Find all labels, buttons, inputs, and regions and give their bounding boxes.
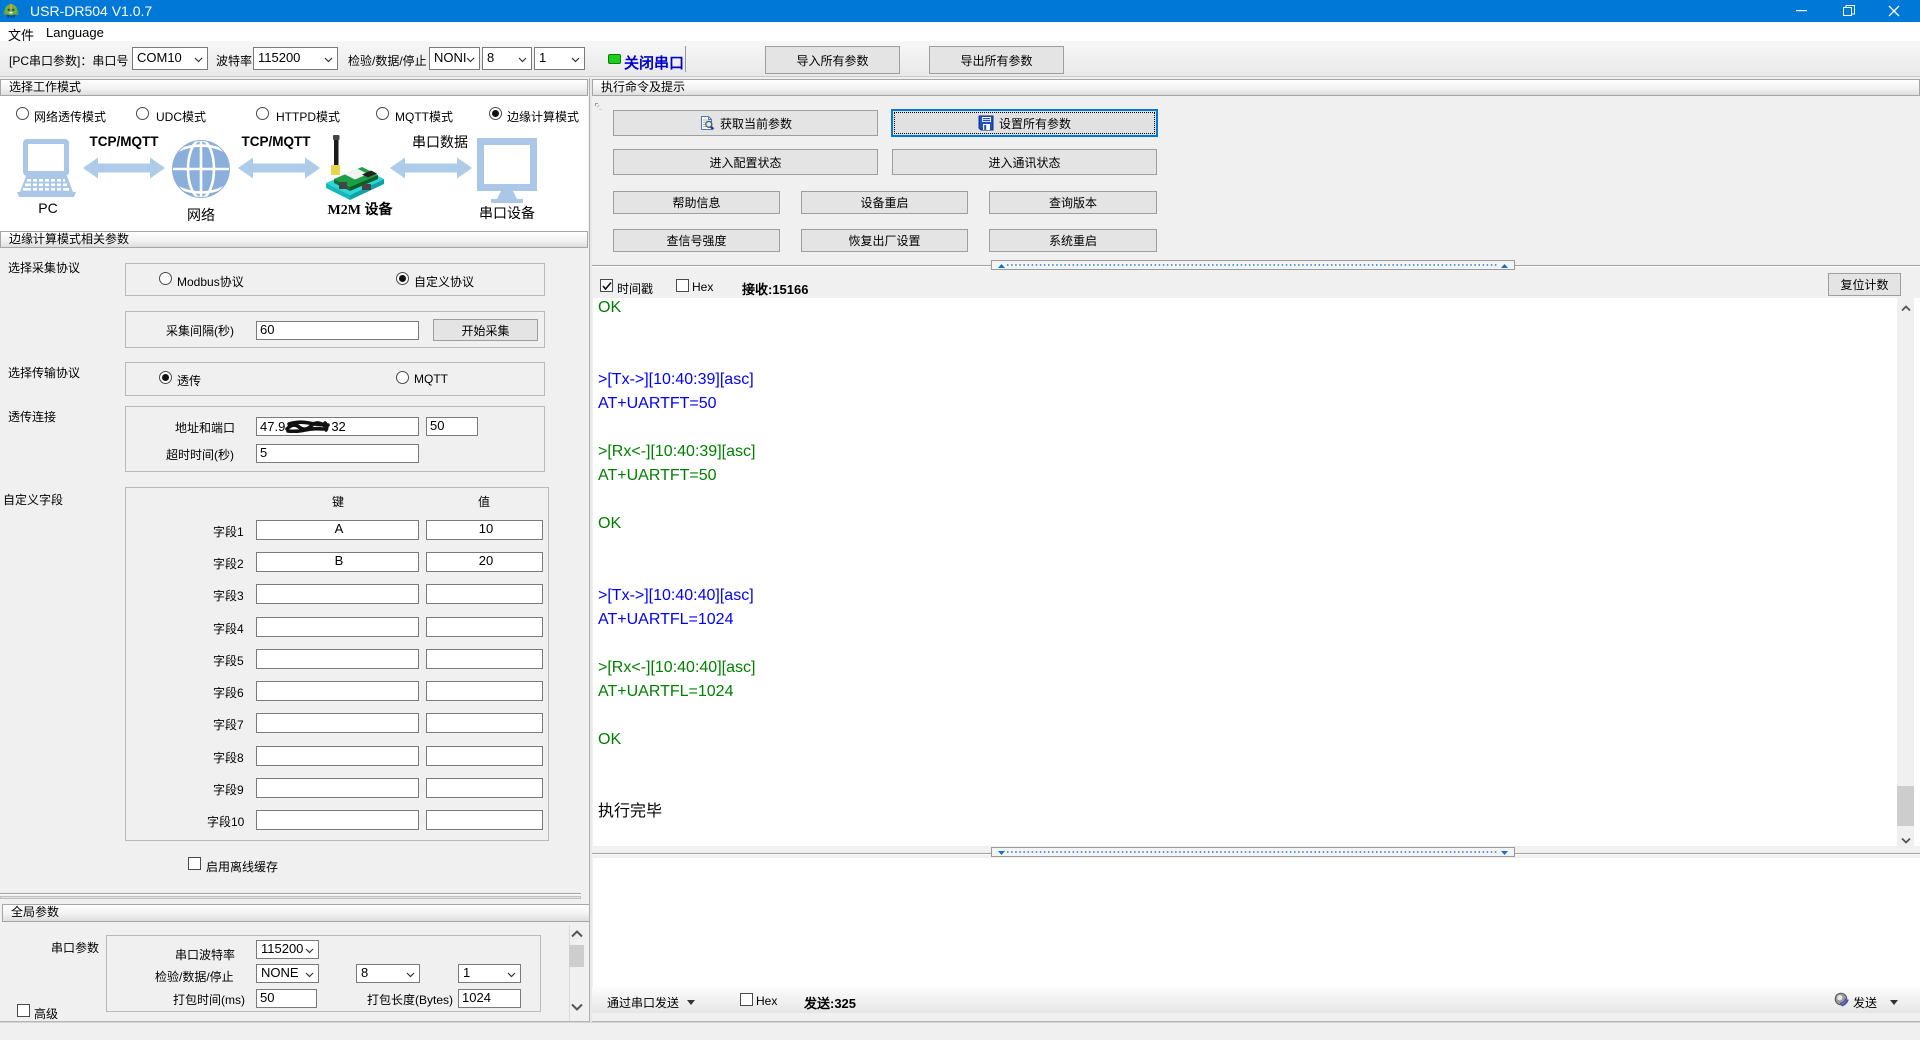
svg-text:TCP/MQTT: TCP/MQTT <box>242 134 312 149</box>
svg-text:串口数据: 串口数据 <box>412 135 468 151</box>
svg-text:串口设备: 串口设备 <box>479 205 535 222</box>
svg-text:PC: PC <box>38 200 57 216</box>
svg-text:M2M 设备: M2M 设备 <box>328 201 394 218</box>
svg-text:网络: 网络 <box>187 208 215 224</box>
svg-text:TCP/MQTT: TCP/MQTT <box>90 134 160 149</box>
